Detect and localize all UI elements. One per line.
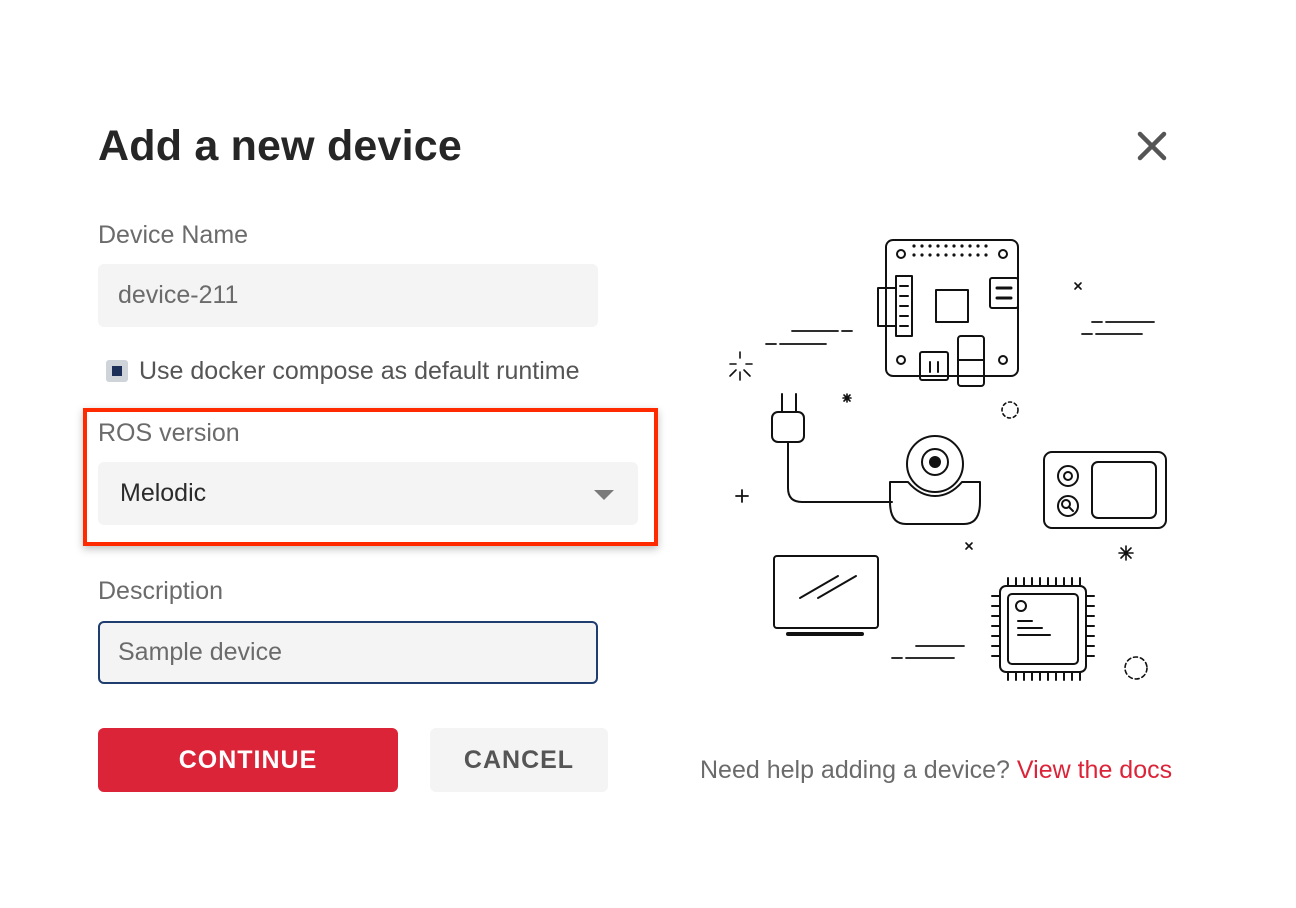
- cancel-button[interactable]: CANCEL: [430, 728, 608, 792]
- help-text-row: Need help adding a device? View the docs: [700, 756, 1172, 785]
- sparkle-icons: [729, 282, 1148, 680]
- description-label: Description: [98, 577, 224, 605]
- close-icon[interactable]: [1132, 126, 1172, 166]
- continue-button[interactable]: CONTINUE: [98, 728, 398, 792]
- docker-compose-label: Use docker compose as default runtime: [139, 356, 580, 385]
- devices-illustration: [729, 239, 1167, 681]
- page-title: Add a new device: [98, 122, 463, 170]
- device-name-input[interactable]: [98, 264, 598, 327]
- help-text: Need help adding a device?: [700, 756, 1010, 784]
- docker-compose-checkbox[interactable]: [106, 360, 128, 382]
- docker-compose-checkbox-row[interactable]: Use docker compose as default runtime: [106, 356, 580, 386]
- monitor-icon: [773, 555, 879, 636]
- view-docs-link[interactable]: View the docs: [1017, 756, 1172, 784]
- device-name-label: Device Name: [98, 221, 249, 249]
- description-input[interactable]: [98, 621, 598, 684]
- circuit-board-icon: [877, 239, 1019, 387]
- plug-camera-icon: [771, 393, 981, 525]
- highlight-box: [83, 408, 658, 546]
- radio-icon: [1043, 451, 1167, 529]
- chip-icon: [991, 577, 1095, 681]
